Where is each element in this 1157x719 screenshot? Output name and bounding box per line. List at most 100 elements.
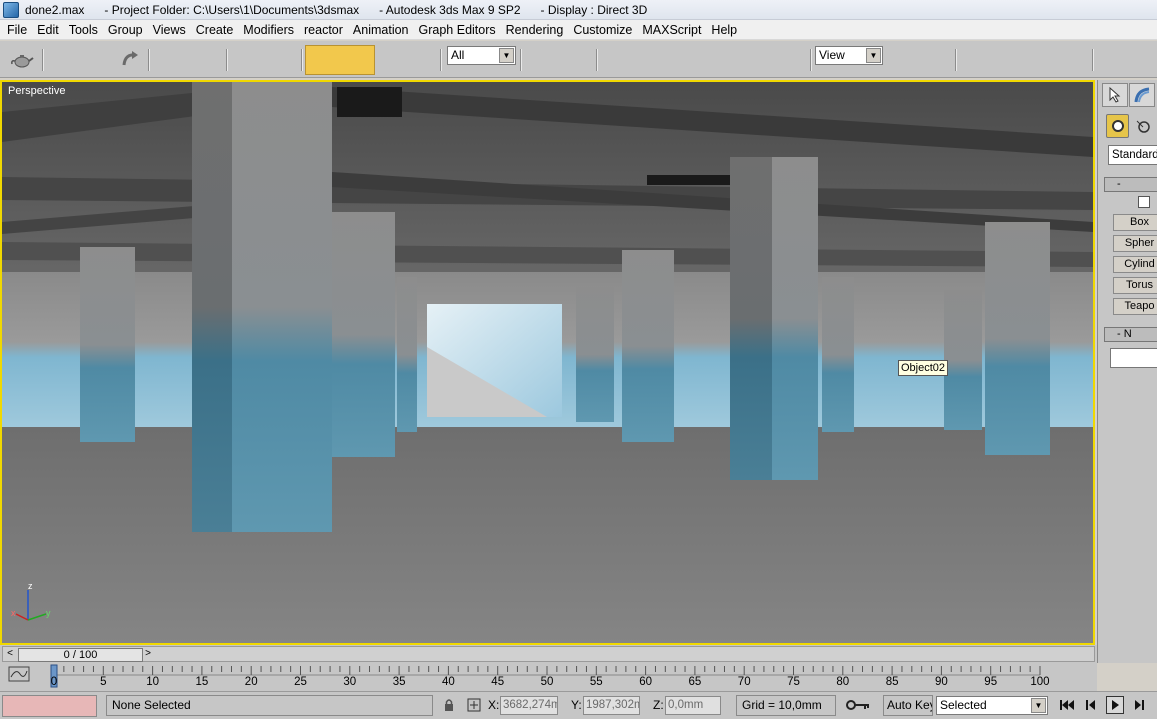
category-dropdown[interactable]: Standard [1108,145,1157,165]
transform-mode-icon[interactable] [465,696,483,714]
cylinder-button[interactable]: Cylind [1113,256,1157,273]
maxscript-listener-mini[interactable] [2,695,97,717]
teapot-button[interactable]: Teapo [1113,298,1157,315]
track-bar[interactable]: 0 5 10 15 20 25 30 35 40 45 50 55 60 65 70 75 80 85 90 95 10… [0,663,1097,691]
tick-label: 20 [244,676,258,688]
sphere-icon [1111,120,1124,132]
next-frame-arrow[interactable]: > [142,648,154,662]
app-icon [3,2,19,18]
geometry-category-button[interactable] [1106,114,1129,138]
name-color-rollout[interactable]: - N [1104,327,1157,342]
perspective-viewport[interactable]: z x y Perspective Object02 [0,80,1095,645]
key-filter-value: Selected [940,698,987,712]
viewport-label[interactable]: Perspective [8,85,65,97]
time-slider-track[interactable]: < 0 / 100 > [2,646,1095,662]
selection-filter-dropdown[interactable]: All ▼ [447,46,516,65]
object-type-rollout[interactable]: - [1104,177,1157,192]
selection-filter-value: All [451,48,465,62]
menu-edit[interactable]: Edit [32,23,64,37]
y-coord-input[interactable]: 1987,302mm [583,696,640,715]
reference-coord-dropdown[interactable]: View ▼ [815,46,883,65]
y-coord-label: Y: [571,698,582,712]
menu-graph-editors[interactable]: Graph Editors [414,23,501,37]
z-coord-label: Z: [653,698,664,712]
time-slider-thumb[interactable]: 0 / 100 [18,648,143,662]
sphere-button[interactable]: Spher [1113,235,1157,252]
menu-reactor[interactable]: reactor [299,23,348,37]
tick-label: 50 [540,676,554,688]
teapot-icon[interactable] [9,47,35,73]
status-bar: None Selected X: 3682,274mm Y: 1987,302m… [0,691,1157,719]
tick-label: 60 [639,676,652,688]
toolbar-separator [810,49,812,71]
menu-bar: File Edit Tools Group Views Create Modif… [0,20,1157,40]
axis-z-label: z [28,581,33,591]
toolbar-separator [42,49,44,71]
shapes-icon [1136,120,1150,133]
menu-modifiers[interactable]: Modifiers [238,23,299,37]
next-frame-icon[interactable] [1129,696,1147,714]
menu-tools[interactable]: Tools [64,23,103,37]
lock-icon[interactable] [440,696,458,714]
play-icon[interactable] [1106,696,1124,714]
object-name-field[interactable] [1110,348,1157,368]
tick-label: 15 [195,676,209,688]
tick-label: 5 [100,676,107,688]
menu-customize[interactable]: Customize [568,23,637,37]
title-bar: done2.max - Project Folder: C:\Users\1\D… [0,0,1157,20]
tick-label: 100 [1030,676,1050,688]
shapes-category-button[interactable] [1132,114,1154,138]
previous-frame-icon[interactable] [1083,696,1101,714]
toolbar-separator [520,49,522,71]
selection-status: None Selected [106,695,433,716]
menu-help[interactable]: Help [706,23,742,37]
tick-label: 0 [50,676,58,688]
menu-views[interactable]: Views [148,23,191,37]
object-color-swatch[interactable] [305,45,375,75]
key-icon[interactable] [845,696,871,714]
x-coord-label: X: [488,698,500,712]
menu-rendering[interactable]: Rendering [501,23,569,37]
menu-animation[interactable]: Animation [348,23,414,37]
tick-label: 90 [935,676,948,688]
z-coord-input[interactable]: 0,0mm [665,696,721,715]
tick-label: 75 [787,676,800,688]
cursor-arrow-icon [1109,86,1121,103]
window-title: done2.max - Project Folder: C:\Users\1\D… [25,3,648,17]
tick-label: 65 [688,676,702,688]
toolbar-separator [596,49,598,71]
go-to-start-icon[interactable] [1058,696,1076,714]
create-tab[interactable] [1102,83,1128,107]
box-button[interactable]: Box [1113,214,1157,231]
menu-group[interactable]: Group [103,23,148,37]
command-panel: Standard - Box Spher Cylind Torus Teapo … [1097,80,1157,663]
toolbar-separator [955,49,957,71]
tick-label: 30 [343,676,357,688]
key-filter-dropdown[interactable]: Selected ▼ [936,696,1048,715]
tick-label: 35 [392,676,406,688]
tick-label: 70 [737,676,751,688]
toolbar-separator [1092,49,1094,71]
axis-x-label: x [11,608,16,618]
auto-key-button[interactable]: Auto Key [883,695,933,716]
menu-maxscript[interactable]: MAXScript [637,23,706,37]
menu-file[interactable]: File [2,23,32,37]
tick-label: 55 [589,676,603,688]
undo-icon[interactable] [118,47,144,73]
grid-size-display: Grid = 10,0mm [736,695,836,716]
frame-display: 0 / 100 [63,649,98,661]
autogrid-checkbox[interactable] [1138,196,1150,208]
menu-create[interactable]: Create [191,23,239,37]
chevron-down-icon[interactable]: ▼ [1031,698,1046,713]
prev-frame-arrow[interactable]: < [4,648,16,662]
axis-y-label: y [46,608,51,618]
modify-tab[interactable] [1129,83,1155,107]
tick-label: 95 [984,676,998,688]
chevron-down-icon[interactable]: ▼ [866,48,881,63]
main-toolbar: All ▼ View ▼ [0,41,1157,78]
torus-button[interactable]: Torus [1113,277,1157,294]
tick-label: 85 [885,676,899,688]
toolbar-separator [440,49,442,71]
chevron-down-icon[interactable]: ▼ [499,48,514,63]
x-coord-input[interactable]: 3682,274mm [500,696,558,715]
